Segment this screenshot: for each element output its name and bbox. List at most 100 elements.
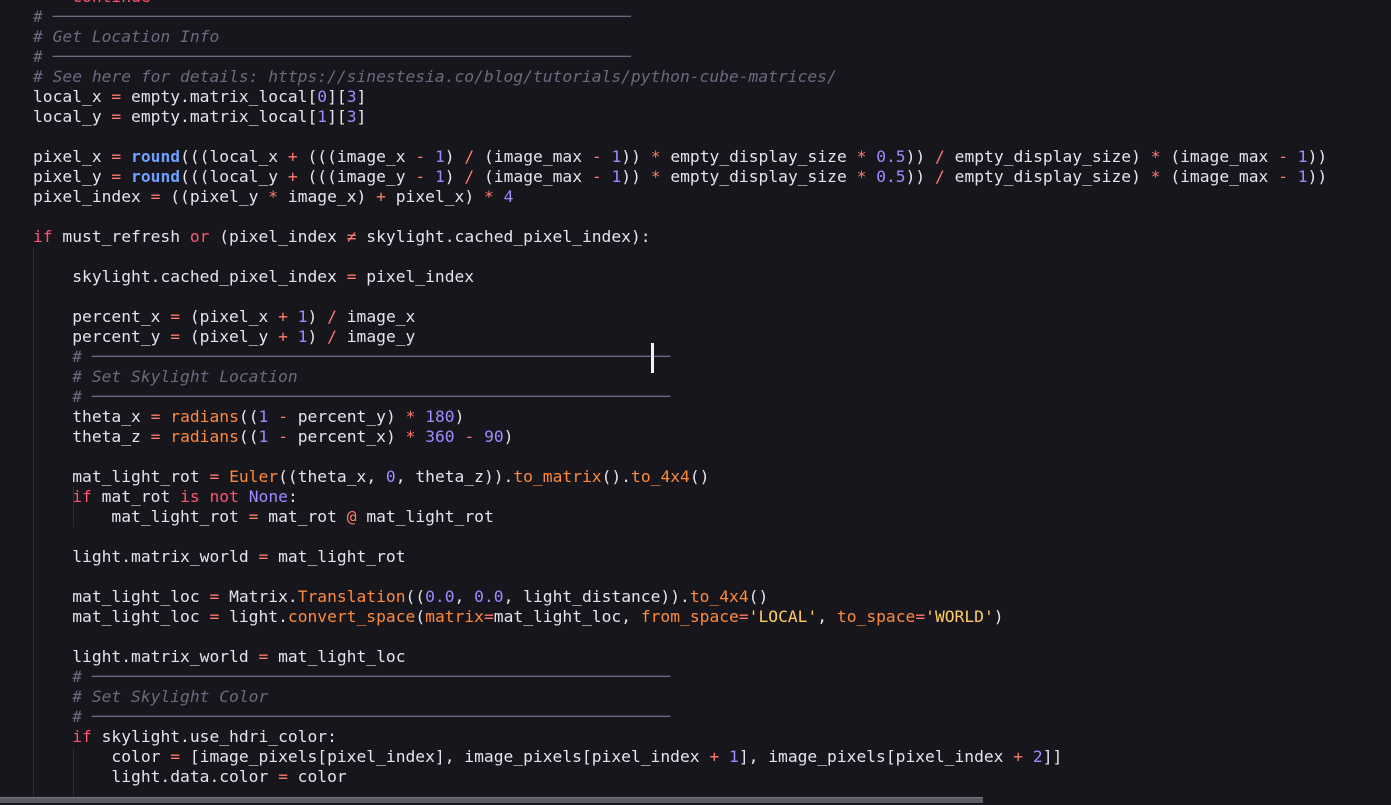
code-token-op: - — [591, 147, 602, 166]
code-token-text: skylight.use_hdri_color: — [91, 727, 337, 746]
code-token-text: : — [287, 487, 298, 506]
code-token-text: must_refresh — [52, 227, 190, 246]
code-token-op: * — [650, 147, 661, 166]
code-token-text: (((image_x — [297, 147, 416, 166]
code-token-text: ][ — [327, 87, 347, 106]
code-token-op: + — [278, 307, 288, 326]
code-token-text: )) — [621, 147, 651, 166]
code-token-text: skylight.cached_pixel_index): — [356, 227, 651, 246]
code-line: # ──────────────────────────────────────… — [33, 667, 1391, 687]
code-token-op: * — [268, 187, 279, 206]
code-token-text: mat_light_loc, — [493, 607, 641, 626]
code-token-comment: # Get Location Info — [33, 27, 220, 46]
code-token-op: = — [209, 467, 220, 486]
code-token-text: light.data.color — [33, 767, 279, 786]
code-token-text: pixel_index — [356, 267, 475, 286]
code-token-op: / — [464, 167, 475, 186]
code-editor[interactable]: continue # ──────────────────────────────… — [33, 0, 1391, 797]
code-line: # Set Skylight Color — [33, 687, 1391, 707]
code-token-text: ][ — [327, 107, 347, 126]
code-token-op: = — [150, 427, 161, 446]
code-line: mat_light_loc = light.convert_space(matr… — [33, 607, 1391, 627]
code-line: continue — [33, 0, 1391, 7]
code-token-text: empty_display_size — [660, 147, 857, 166]
code-token-text: , — [817, 607, 837, 626]
code-token-keyword: or — [189, 227, 210, 246]
code-token-number: 2 — [1032, 747, 1043, 766]
code-line: mat_light_loc = Matrix.Translation((0.0,… — [33, 587, 1391, 607]
code-token-text: empty_display_size) — [944, 167, 1151, 186]
code-token-number: 0 — [317, 87, 328, 106]
code-token-text: theta_x — [33, 407, 151, 426]
code-token-comment: # Set Skylight Location — [33, 367, 298, 386]
code-token-op: - — [415, 147, 426, 166]
code-token-text: color — [287, 767, 347, 786]
code-token-op: - — [278, 427, 288, 446]
code-token-text: local_x — [33, 87, 112, 106]
code-line: percent_y = (pixel_y + 1) / image_y — [33, 327, 1391, 347]
code-token-text: percent_x — [33, 307, 171, 326]
code-token-func: to_space — [836, 607, 916, 626]
code-token-text: , theta_z)). — [395, 467, 514, 486]
code-token-const: None — [248, 487, 288, 506]
code-token-number: 180 — [425, 407, 455, 426]
code-token-op: = — [150, 187, 161, 206]
code-token-number: 1 — [434, 147, 445, 166]
code-token-text: mat_light_rot — [356, 507, 494, 526]
code-token-number: 1 — [1297, 167, 1308, 186]
code-line: pixel_x = round(((local_x + (((image_x -… — [33, 147, 1391, 167]
code-token-text: empty_display_size) — [944, 147, 1151, 166]
code-token-func: to_4x4 — [631, 467, 690, 486]
code-token-op: = — [111, 107, 122, 126]
code-token-text: light.matrix_world — [33, 647, 259, 666]
code-token-op: = — [170, 307, 181, 326]
code-token-comment: # ──────────────────────────────────────… — [33, 47, 631, 66]
code-line: theta_x = radians((1 - percent_y) * 180) — [33, 407, 1391, 427]
code-token-op: = — [278, 767, 288, 786]
code-token-op: - — [278, 407, 288, 426]
code-token-text: )) — [621, 167, 651, 186]
code-token-number: 1 — [317, 107, 328, 126]
code-token-func: radians — [170, 427, 239, 446]
code-line: mat_light_rot = mat_rot @ mat_light_rot — [33, 507, 1391, 527]
code-line: # Get Location Info — [33, 27, 1391, 47]
code-token-text: local_y — [33, 107, 112, 126]
code-token-func: to_matrix — [513, 467, 602, 486]
code-line: # ──────────────────────────────────────… — [33, 707, 1391, 727]
horizontal-scrollbar[interactable] — [0, 797, 983, 803]
code-token-op: / — [464, 147, 475, 166]
code-token-op: + — [1013, 747, 1024, 766]
code-line: # ──────────────────────────────────────… — [33, 47, 1391, 67]
code-token-text: )) — [1307, 167, 1328, 186]
code-token-text: (( — [238, 407, 259, 426]
code-token-text: percent_y) — [287, 407, 406, 426]
code-token-func: from_space — [640, 607, 739, 626]
code-token-text: image_x) — [278, 187, 377, 206]
code-token-op: - — [591, 167, 602, 186]
code-token-number: 1 — [1297, 147, 1308, 166]
code-token-text: pixel_x) — [385, 187, 484, 206]
code-token-op: / — [327, 327, 337, 346]
code-token-text: (((local_y — [180, 167, 288, 186]
code-token-text: mat_light_loc — [33, 587, 210, 606]
code-token-op: - — [415, 167, 426, 186]
code-token-number: 1 — [297, 327, 308, 346]
code-token-keyword: is — [180, 487, 200, 506]
code-token-text: (( — [238, 427, 259, 446]
code-token-text: (image_max — [1160, 167, 1279, 186]
